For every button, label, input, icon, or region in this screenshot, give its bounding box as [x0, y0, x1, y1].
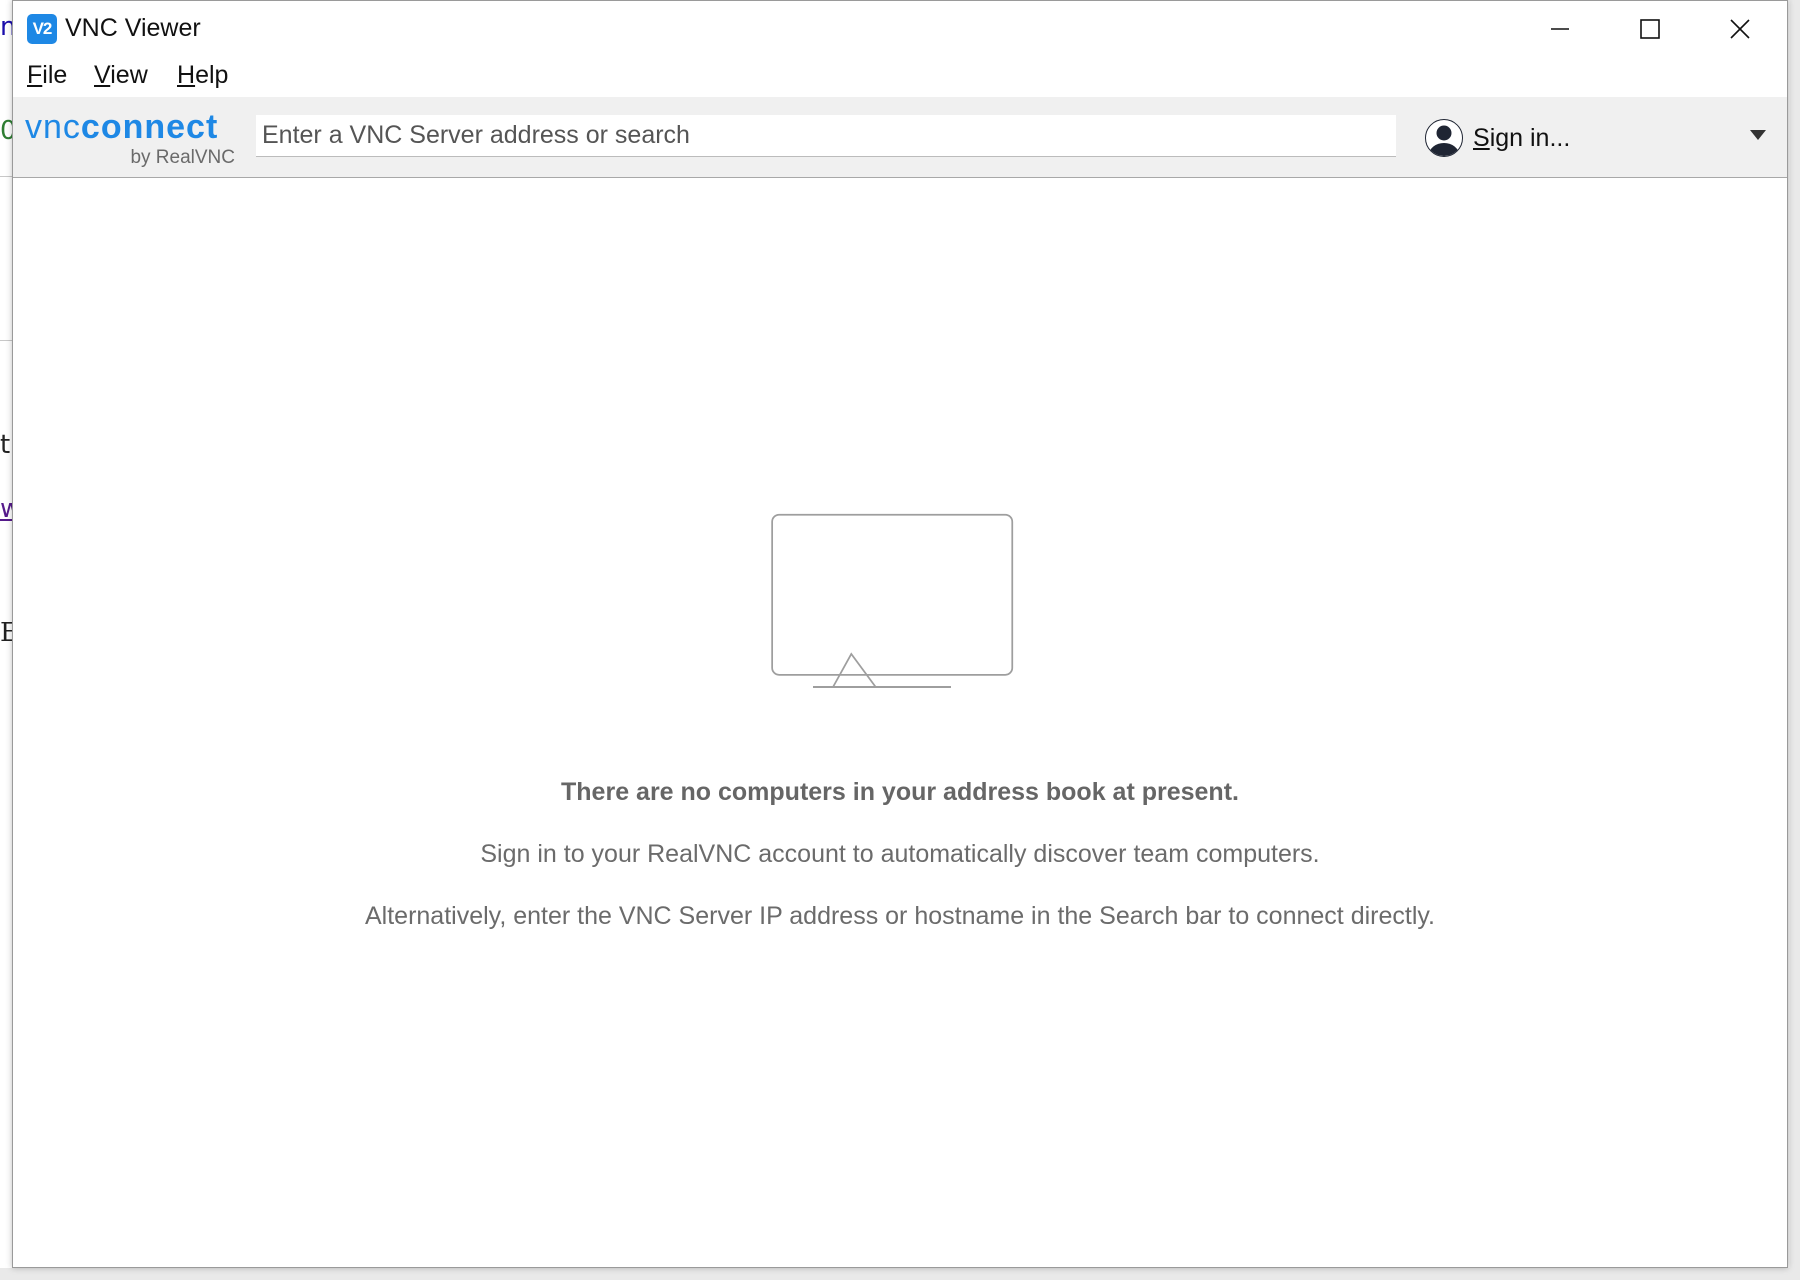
vnc-connect-logo: vncconnect by RealVNC [25, 107, 235, 169]
vnc-viewer-window: V2 VNC Viewer File View Help vncconnect … [12, 0, 1788, 1268]
menu-file[interactable]: File [27, 61, 67, 90]
sign-in-button[interactable]: Sign in... [1425, 115, 1600, 161]
close-button[interactable] [1695, 1, 1785, 57]
monitor-illustration [771, 513, 1014, 688]
close-icon [1730, 19, 1750, 39]
chevron-down-icon[interactable] [1750, 130, 1766, 140]
user-avatar-icon [1425, 119, 1463, 157]
minimize-icon [1551, 28, 1569, 30]
vnc-app-icon: V2 [27, 14, 57, 44]
empty-state-title: There are no computers in your address b… [561, 778, 1239, 806]
background-text: t [0, 430, 11, 460]
maximize-icon [1640, 19, 1660, 39]
minimize-button[interactable] [1515, 1, 1605, 57]
logo-vnc: vnc [25, 108, 81, 146]
empty-state-line-1: Sign in to your RealVNC account to autom… [480, 840, 1320, 868]
search-input[interactable] [256, 115, 1396, 157]
empty-state-line-2: Alternatively, enter the VNC Server IP a… [365, 902, 1435, 930]
window-title: VNC Viewer [65, 14, 201, 42]
address-book-area: There are no computers in your address b… [13, 178, 1787, 1267]
background-window-bottom [0, 1268, 1800, 1280]
toolbar: vncconnect by RealVNC Sign in... [13, 97, 1787, 178]
background-window-right [1790, 0, 1800, 1280]
maximize-button[interactable] [1605, 1, 1695, 57]
menu-bar: File View Help [13, 57, 1787, 97]
logo-wordmark: vncconnect [25, 107, 218, 147]
menu-help[interactable]: Help [177, 61, 228, 90]
title-bar[interactable]: V2 VNC Viewer [13, 1, 1787, 57]
logo-connect: connect [80, 108, 219, 146]
menu-view[interactable]: View [94, 61, 148, 90]
logo-byline: by RealVNC [130, 147, 235, 168]
sign-in-label: Sign in... [1473, 123, 1571, 152]
